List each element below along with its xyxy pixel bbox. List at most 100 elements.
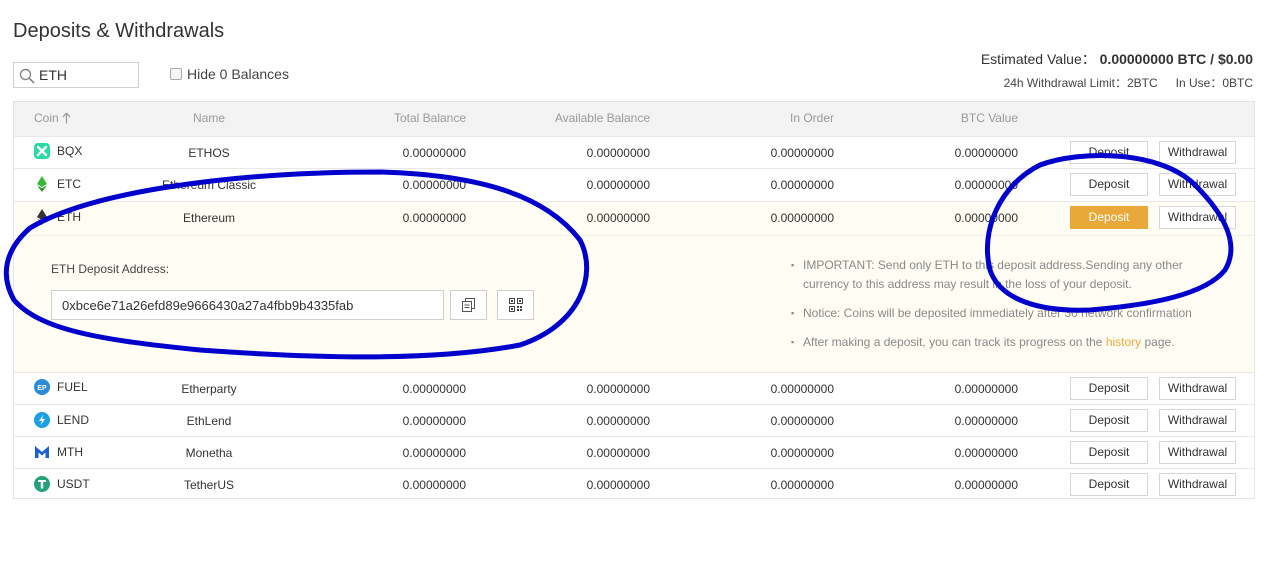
- coin-name: EthLend: [186, 414, 232, 428]
- btc-value: 0.00000000: [954, 478, 1018, 492]
- total-balance: 0.00000000: [402, 211, 466, 225]
- withdrawal-button[interactable]: Withdrawal: [1159, 173, 1236, 196]
- in-order: 0.00000000: [770, 478, 834, 492]
- deposit-button[interactable]: Deposit: [1070, 441, 1148, 464]
- estimated-separator: /: [1206, 51, 1218, 67]
- deposit-button[interactable]: Deposit: [1070, 141, 1148, 164]
- table-row: ETC Ethereum Classic 0.00000000 0.000000…: [14, 168, 1254, 201]
- coin-cell: ETH: [34, 209, 81, 225]
- table-row-selected: ETH Ethereum 0.00000000 0.00000000 0.000…: [14, 201, 1254, 235]
- coin-cell: USDT: [34, 476, 90, 492]
- estimated-label: Estimated Value：: [980, 51, 1096, 67]
- balances-table: Coin Name Total Balance Available Balanc…: [13, 101, 1255, 499]
- table-row: EP FUEL Etherparty 0.00000000 0.00000000…: [14, 372, 1254, 405]
- table-header: Coin Name Total Balance Available Balanc…: [14, 102, 1254, 136]
- hide-zero-checkbox[interactable]: [170, 68, 182, 80]
- in-order: 0.00000000: [770, 446, 834, 460]
- withdrawal-limit: 24h Withdrawal Limit：2BTC: [1003, 76, 1158, 90]
- coin-cell: ETC: [34, 176, 81, 192]
- header-btc-value: BTC Value: [960, 111, 1018, 125]
- deposit-button[interactable]: Deposit: [1070, 473, 1148, 496]
- eth-icon: [34, 209, 50, 225]
- deposit-button[interactable]: Deposit: [1070, 173, 1148, 196]
- copy-address-button[interactable]: [450, 290, 487, 320]
- withdrawal-button[interactable]: Withdrawal: [1159, 409, 1236, 432]
- important-note: IMPORTANT: Send only ETH to this deposit…: [791, 256, 1221, 294]
- fuel-icon: EP: [34, 379, 50, 395]
- estimated-value: Estimated Value： 0.00000000 BTC / $0.00: [981, 49, 1253, 69]
- usdt-icon: [34, 476, 50, 492]
- deposit-button[interactable]: Deposit: [1070, 409, 1148, 432]
- coin-cell: LEND: [34, 412, 89, 428]
- copy-icon: [462, 298, 475, 312]
- deposit-button[interactable]: Deposit: [1070, 377, 1148, 400]
- history-link[interactable]: history: [1106, 335, 1141, 349]
- withdrawal-limit-line: 24h Withdrawal Limit：2BTC In Use：0BTC: [1004, 74, 1253, 91]
- coin-name: Ethereum: [182, 211, 236, 225]
- withdrawal-button[interactable]: Withdrawal: [1159, 206, 1236, 229]
- search-icon: [19, 68, 35, 84]
- in-order: 0.00000000: [770, 211, 834, 225]
- header-name: Name: [192, 111, 225, 125]
- deposit-notes: IMPORTANT: Send only ETH to this deposit…: [791, 256, 1221, 362]
- coin-cell: EP FUEL: [34, 379, 88, 395]
- withdrawal-button[interactable]: Withdrawal: [1159, 441, 1236, 464]
- mth-icon: [34, 444, 50, 460]
- hide-zero-balances-toggle[interactable]: Hide 0 Balances: [170, 66, 289, 82]
- available-balance: 0.00000000: [586, 178, 650, 192]
- coin-cell: MTH: [34, 444, 83, 460]
- coin-name: Ethereum Classic: [161, 178, 257, 192]
- in-order: 0.00000000: [770, 178, 834, 192]
- coin-cell: BQX: [34, 143, 82, 159]
- coin-name: TetherUS: [183, 478, 235, 492]
- deposit-address-field[interactable]: 0xbce6e71a26efd89e9666430a27a4fbb9b4335f…: [51, 290, 444, 320]
- hide-zero-label: Hide 0 Balances: [187, 66, 289, 82]
- available-balance: 0.00000000: [586, 211, 650, 225]
- deposit-address-label: ETH Deposit Address:: [51, 262, 170, 276]
- coin-name: ETHOS: [188, 146, 230, 160]
- available-balance: 0.00000000: [586, 414, 650, 428]
- svg-text:EP: EP: [37, 385, 47, 392]
- lend-icon: [34, 412, 50, 428]
- bqx-icon: [34, 143, 50, 159]
- page-title: Deposits & Withdrawals: [13, 20, 225, 42]
- btc-value: 0.00000000: [954, 146, 1018, 160]
- header-in-order: In Order: [789, 111, 834, 125]
- btc-value: 0.00000000: [954, 382, 1018, 396]
- available-balance: 0.00000000: [586, 478, 650, 492]
- available-balance: 0.00000000: [586, 382, 650, 396]
- deposit-button-active[interactable]: Deposit: [1070, 206, 1148, 229]
- table-row: MTH Monetha 0.00000000 0.00000000 0.0000…: [14, 436, 1254, 469]
- total-balance: 0.00000000: [402, 478, 466, 492]
- total-balance: 0.00000000: [402, 382, 466, 396]
- in-use: In Use：0BTC: [1175, 76, 1253, 90]
- sort-arrow-icon[interactable]: [62, 112, 71, 124]
- table-row: USDT TetherUS 0.00000000 0.00000000 0.00…: [14, 468, 1254, 501]
- total-balance: 0.00000000: [402, 178, 466, 192]
- total-balance: 0.00000000: [402, 146, 466, 160]
- withdrawal-button[interactable]: Withdrawal: [1159, 377, 1236, 400]
- withdrawal-button[interactable]: Withdrawal: [1159, 141, 1236, 164]
- coin-name: Monetha: [185, 446, 233, 460]
- coin-name: Etherparty: [181, 382, 237, 396]
- etc-icon: [34, 176, 50, 192]
- btc-value: 0.00000000: [954, 414, 1018, 428]
- qr-code-button[interactable]: [497, 290, 534, 320]
- available-balance: 0.00000000: [586, 446, 650, 460]
- notice-note: Notice: Coins will be deposited immediat…: [791, 304, 1221, 323]
- withdrawal-button[interactable]: Withdrawal: [1159, 473, 1236, 496]
- search-input[interactable]: [39, 65, 135, 85]
- btc-value: 0.00000000: [954, 446, 1018, 460]
- deposit-panel: ETH Deposit Address: 0xbce6e71a26efd89e9…: [14, 235, 1254, 372]
- table-row: LEND EthLend 0.00000000 0.00000000 0.000…: [14, 404, 1254, 437]
- in-order: 0.00000000: [770, 414, 834, 428]
- estimated-btc: 0.00000000 BTC: [1099, 51, 1207, 67]
- in-order: 0.00000000: [770, 146, 834, 160]
- search-box[interactable]: [13, 62, 139, 88]
- btc-value: 0.00000000: [954, 178, 1018, 192]
- available-balance: 0.00000000: [586, 146, 650, 160]
- header-available-balance: Available Balance: [554, 111, 650, 125]
- header-coin[interactable]: Coin: [34, 111, 71, 125]
- btc-value: 0.00000000: [954, 211, 1018, 225]
- tracking-note: After making a deposit, you can track it…: [791, 333, 1221, 352]
